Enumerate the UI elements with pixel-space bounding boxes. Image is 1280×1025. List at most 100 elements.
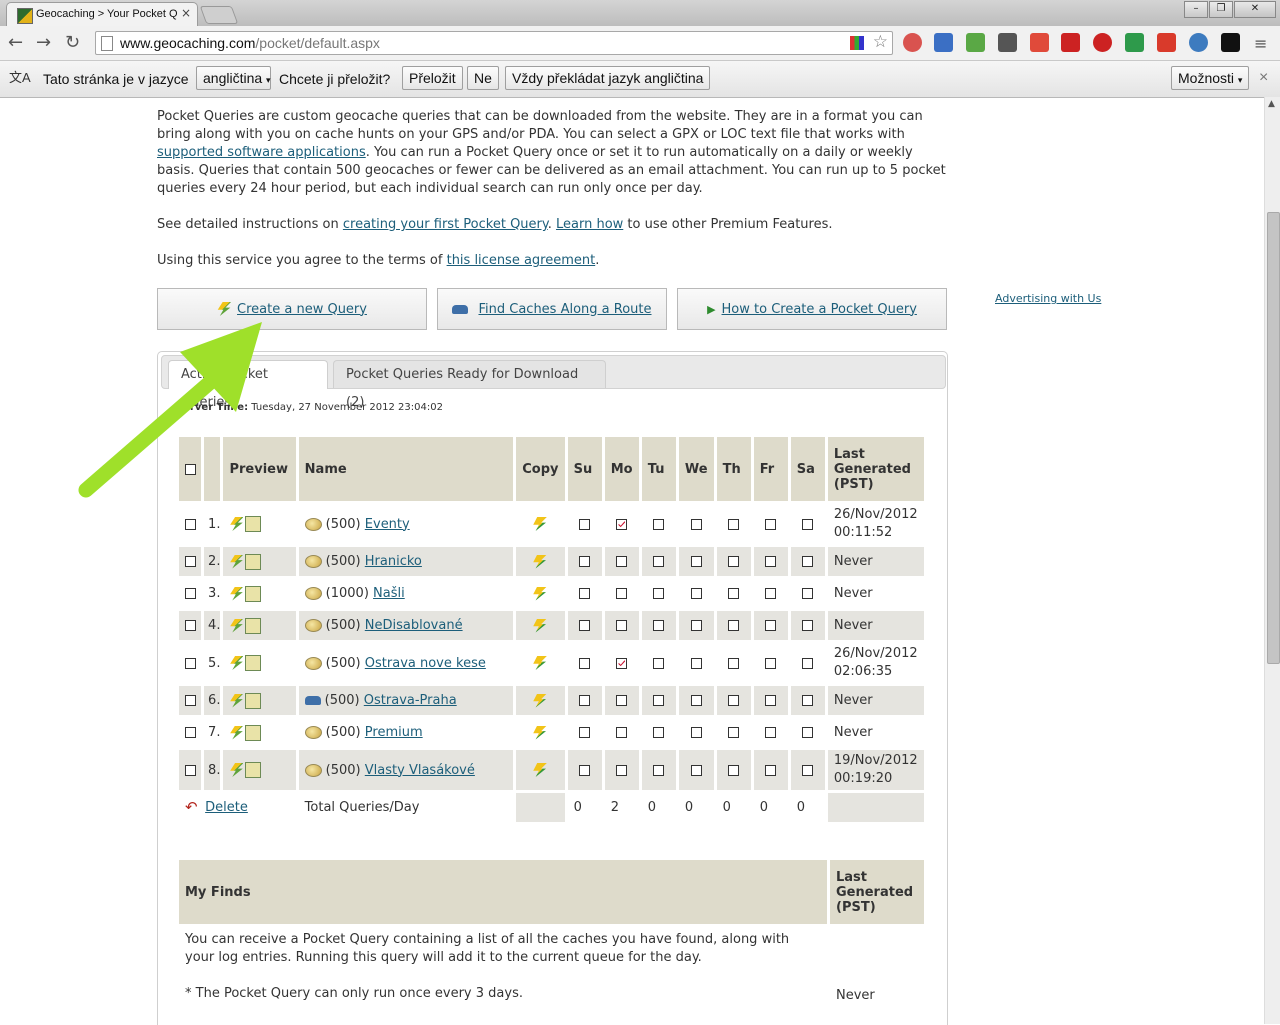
preview-map-icon[interactable]: [245, 692, 262, 709]
day-checkbox-tu[interactable]: [653, 764, 665, 776]
day-checkbox-we[interactable]: [690, 518, 702, 530]
copy-query-icon[interactable]: [533, 586, 547, 601]
preview-map-icon[interactable]: [245, 655, 262, 671]
query-name-link[interactable]: NeDisablované: [365, 618, 463, 633]
window-close-icon[interactable]: ✕: [1234, 1, 1276, 18]
day-checkbox-su[interactable]: [579, 695, 591, 706]
extension-icon[interactable]: [850, 36, 864, 50]
row-checkbox[interactable]: [184, 620, 196, 631]
howto-button[interactable]: ▶ How to Create a Pocket Query: [677, 288, 947, 330]
day-checkbox-fr[interactable]: [765, 620, 777, 631]
query-name-link[interactable]: Našli: [373, 586, 405, 601]
first-pocket-query-link[interactable]: creating your first Pocket Query: [343, 217, 548, 232]
options-button[interactable]: Možnosti ▾: [1171, 66, 1250, 90]
preview-download-icon[interactable]: [230, 725, 244, 740]
copy-query-icon[interactable]: [533, 725, 547, 740]
language-select[interactable]: angličtina ▾: [196, 66, 271, 90]
day-checkbox-tu[interactable]: [653, 695, 665, 706]
day-checkbox-th[interactable]: [728, 657, 740, 669]
day-checkbox-sa[interactable]: [802, 588, 814, 599]
day-checkbox-su[interactable]: [579, 518, 591, 530]
day-checkbox-su[interactable]: [579, 556, 591, 567]
day-checkbox-we[interactable]: [690, 657, 702, 669]
no-button[interactable]: Ne: [467, 66, 499, 90]
preview-download-icon[interactable]: [230, 517, 244, 531]
preview-download-icon[interactable]: [230, 618, 244, 633]
day-checkbox-th[interactable]: [728, 620, 740, 631]
day-checkbox-mo[interactable]: [616, 727, 628, 738]
gmail-icon[interactable]: [1157, 33, 1176, 52]
day-checkbox-th[interactable]: [728, 764, 740, 776]
create-query-button[interactable]: Create a new Query: [157, 288, 427, 330]
power-extension-icon[interactable]: [1093, 33, 1112, 52]
query-name-link[interactable]: Premium: [365, 725, 423, 740]
day-checkbox-mo[interactable]: [616, 588, 628, 599]
preview-map-icon[interactable]: [245, 617, 262, 634]
row-checkbox[interactable]: [184, 588, 196, 599]
row-checkbox[interactable]: [184, 657, 196, 669]
day-checkbox-th[interactable]: [728, 556, 740, 567]
day-checkbox-sa[interactable]: [802, 764, 814, 776]
select-all-checkbox[interactable]: [184, 463, 196, 475]
day-checkbox-su[interactable]: [579, 588, 591, 599]
advertising-link[interactable]: Advertising with Us: [995, 292, 1101, 305]
day-checkbox-tu[interactable]: [653, 657, 665, 669]
extension-icon[interactable]: [998, 33, 1017, 52]
copy-query-icon[interactable]: [533, 763, 547, 777]
address-bar[interactable]: www.geocaching.com/pocket/default.aspx ☆: [95, 31, 893, 55]
row-checkbox[interactable]: [184, 556, 196, 567]
day-checkbox-tu[interactable]: [653, 556, 665, 567]
preview-download-icon[interactable]: [230, 656, 244, 670]
extension-icon[interactable]: [966, 33, 985, 52]
preview-map-icon[interactable]: [245, 516, 262, 532]
day-checkbox-sa[interactable]: [802, 727, 814, 738]
page-scrollbar[interactable]: ▲: [1264, 97, 1280, 1024]
google-plus-icon[interactable]: [1030, 33, 1049, 52]
day-checkbox-sa[interactable]: [802, 518, 814, 530]
day-checkbox-su[interactable]: [579, 727, 591, 738]
query-name-link[interactable]: Vlasty Vlasákové: [365, 763, 475, 778]
delete-link[interactable]: Delete: [205, 800, 248, 815]
day-checkbox-th[interactable]: [728, 727, 740, 738]
day-checkbox-we[interactable]: [690, 556, 702, 567]
day-checkbox-sa[interactable]: [802, 657, 814, 669]
day-checkbox-tu[interactable]: [653, 588, 665, 599]
translate-button[interactable]: Přeložit: [402, 66, 463, 90]
minimize-icon[interactable]: –: [1184, 1, 1208, 18]
day-checkbox-mo[interactable]: [616, 556, 628, 567]
scroll-up-icon[interactable]: ▲: [1268, 99, 1275, 109]
day-checkbox-mo[interactable]: [616, 620, 628, 631]
day-checkbox-we[interactable]: [690, 620, 702, 631]
day-checkbox-fr[interactable]: [765, 556, 777, 567]
back-icon[interactable]: ←: [8, 32, 23, 53]
tab-close-icon[interactable]: ×: [181, 6, 191, 20]
extension-icon[interactable]: [1061, 33, 1080, 52]
preview-map-icon[interactable]: [245, 585, 262, 602]
day-checkbox-th[interactable]: [728, 518, 740, 530]
day-checkbox-th[interactable]: [728, 588, 740, 599]
howto-link[interactable]: How to Create a Pocket Query: [722, 302, 917, 317]
day-checkbox-fr[interactable]: [765, 518, 777, 530]
preview-download-icon[interactable]: [230, 554, 244, 569]
query-name-link[interactable]: Eventy: [365, 517, 410, 532]
day-checkbox-sa[interactable]: [802, 695, 814, 706]
reload-icon[interactable]: ↻: [65, 32, 80, 53]
copy-query-icon[interactable]: [533, 618, 547, 633]
day-checkbox-we[interactable]: [690, 727, 702, 738]
preview-download-icon[interactable]: [230, 693, 244, 708]
forward-icon[interactable]: →: [36, 32, 51, 53]
day-checkbox-we[interactable]: [690, 695, 702, 706]
day-checkbox-th[interactable]: [728, 695, 740, 706]
day-checkbox-fr[interactable]: [765, 695, 777, 706]
day-checkbox-we[interactable]: [690, 588, 702, 599]
preview-download-icon[interactable]: [230, 586, 244, 601]
row-checkbox[interactable]: [184, 727, 196, 738]
scroll-thumb[interactable]: [1267, 212, 1280, 664]
query-name-link[interactable]: Ostrava-Praha: [364, 693, 457, 708]
day-checkbox-fr[interactable]: [765, 764, 777, 776]
preview-map-icon[interactable]: [245, 553, 262, 570]
row-checkbox[interactable]: [184, 695, 196, 706]
day-checkbox-fr[interactable]: [765, 657, 777, 669]
extension-icon[interactable]: [1125, 33, 1144, 52]
learn-how-link[interactable]: Learn how: [556, 217, 623, 232]
